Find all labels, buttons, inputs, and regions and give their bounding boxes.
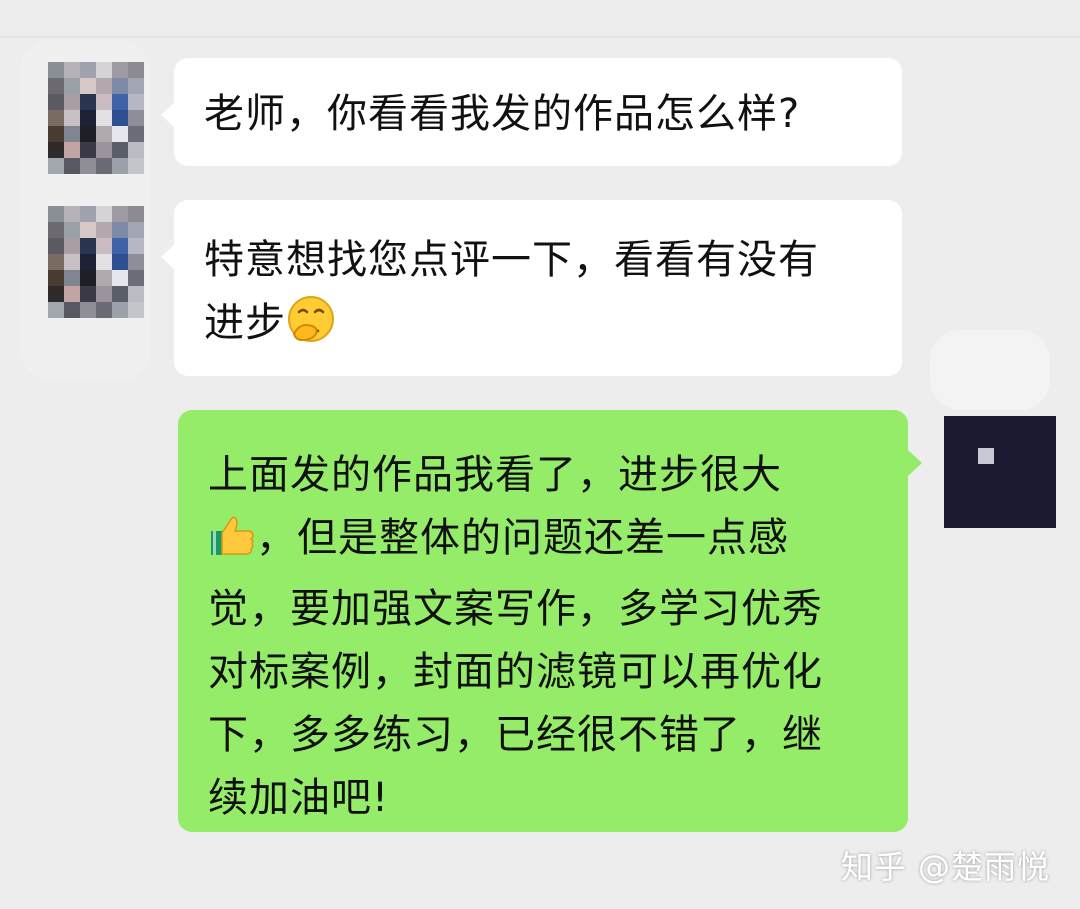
pixelated-avatar-icon: [944, 416, 1056, 528]
message-text-line: 上面发的作品我看了，进步很大: [208, 452, 782, 498]
top-divider: [0, 36, 1080, 38]
my-avatar[interactable]: [944, 416, 1056, 528]
background-smudge: [930, 330, 1050, 410]
thinking-face-icon: [286, 294, 336, 359]
message-text-line: ，但是整体的问题还差一点感: [208, 507, 878, 578]
message-text: ，但是整体的问题还差一点感: [256, 515, 789, 561]
message-text-line: 对标案例，封面的滤镜可以再优化: [208, 649, 823, 695]
received-message-bubble[interactable]: 老师，你看看我发的作品怎么样?: [161, 58, 902, 166]
message-text-line: 进步: [204, 294, 872, 359]
sent-message-bubble[interactable]: 上面发的作品我看了，进步很大 ，但是整体的问题还差一点感 觉，要加强文案写作，多…: [178, 410, 922, 832]
pixelated-avatar-icon: [48, 206, 144, 318]
message-text-line: 特意想找您点评一下，看看有没有: [204, 237, 819, 283]
contact-avatar[interactable]: [48, 206, 144, 318]
received-message-bubble[interactable]: 特意想找您点评一下，看看有没有 进步: [161, 200, 902, 376]
message-text-line: 续加油吧!: [208, 775, 390, 821]
thumbs-up-icon: [208, 511, 256, 578]
message-text-line: 觉，要加强文案写作，多学习优秀: [208, 586, 823, 632]
message-text: 进步: [204, 300, 286, 346]
message-text: 老师，你看看我发的作品怎么样?: [204, 91, 801, 137]
contact-avatar[interactable]: [48, 62, 144, 174]
watermark: 知乎 @楚雨悦: [840, 848, 1050, 886]
message-text-line: 下，多多练习，已经很不错了，继: [208, 712, 823, 758]
pixelated-avatar-icon: [48, 62, 144, 174]
